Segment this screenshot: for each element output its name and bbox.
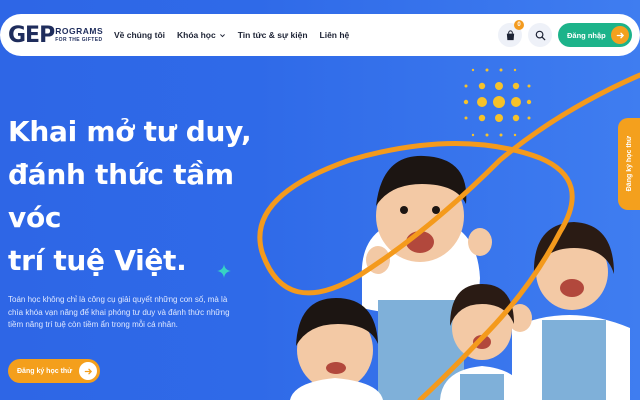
trial-signup-button[interactable]: Đăng ký học thử	[8, 359, 100, 383]
gep-logo[interactable]: GEP ROGRAMS FOR THE GIFTED	[8, 21, 103, 49]
nav-item-courses[interactable]: Khóa học	[177, 30, 226, 40]
logo-line-1: ROGRAMS	[55, 26, 104, 37]
cart-count-badge: 0	[514, 20, 524, 30]
login-button[interactable]: Đăng nhập	[558, 23, 632, 47]
headline-line-3: vóc	[8, 201, 62, 234]
arrow-right-icon	[84, 368, 92, 374]
search-button[interactable]	[528, 23, 552, 47]
dot-pattern-decoration	[463, 68, 532, 137]
site-header: GEP ROGRAMS FOR THE GIFTED Về chúng tôi …	[0, 14, 640, 56]
headline-line-2: đánh thức tầm	[8, 158, 234, 191]
side-tab-label: Đăng ký học thử	[625, 136, 633, 192]
headline-line-1: Khai mở tư duy,	[8, 115, 252, 148]
logo-mark: GEP	[8, 22, 55, 48]
children-photo	[290, 155, 630, 400]
hero-description: Toán học không chỉ là công cụ giải quyết…	[8, 295, 230, 329]
side-trial-signup-tab[interactable]: Đăng ký học thử	[618, 118, 640, 210]
login-button-label: Đăng nhập	[567, 30, 606, 40]
sparkle-icon	[217, 264, 231, 278]
logo-line-2: FOR THE GIFTED	[55, 36, 103, 43]
chevron-down-icon	[219, 33, 225, 37]
nav-item-about[interactable]: Về chúng tôi	[114, 30, 165, 40]
nav-item-contact[interactable]: Liên hệ	[320, 30, 350, 40]
trial-signup-label: Đăng ký học thử	[17, 367, 73, 375]
hero-headline: Khai mở tư duy, đánh thức tầm vóc trí tu…	[8, 110, 268, 282]
shopping-bag-icon	[506, 29, 514, 40]
nav-item-news[interactable]: Tin tức & sự kiện	[238, 30, 308, 40]
search-icon	[535, 30, 545, 40]
arrow-right-icon	[616, 32, 624, 38]
main-nav: Về chúng tôi Khóa học Tin tức & sự kiện …	[114, 14, 349, 56]
